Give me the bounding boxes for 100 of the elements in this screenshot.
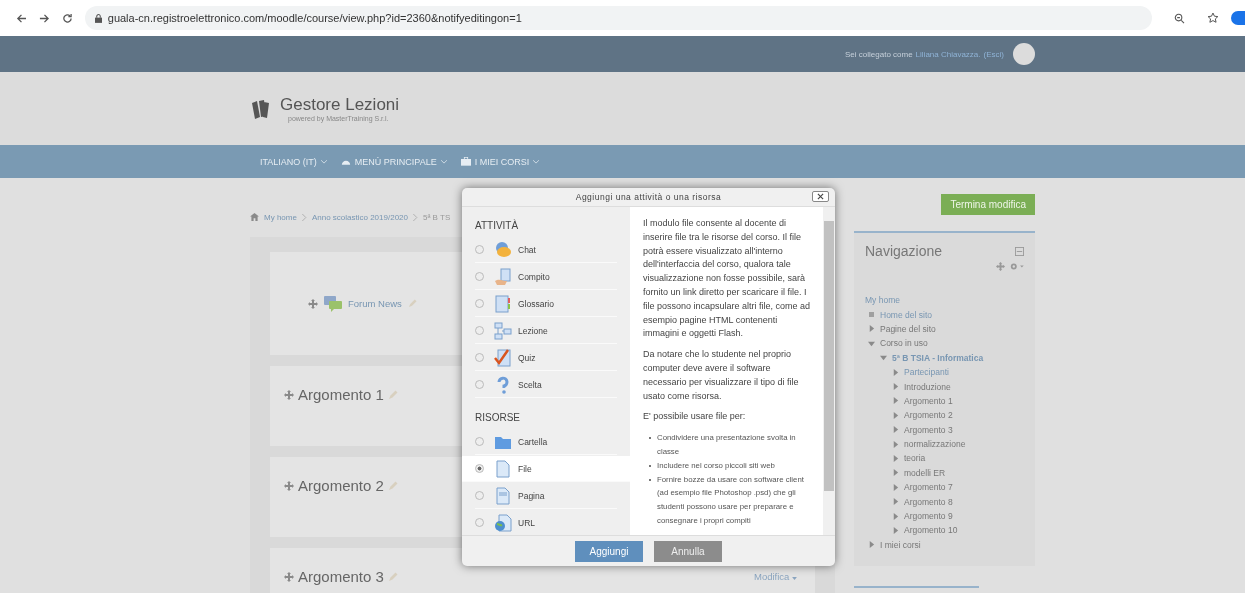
collapsed-arrow-icon[interactable] [892, 498, 899, 506]
hand-document-icon [494, 267, 512, 286]
caret-icon [792, 577, 797, 580]
collapsed-arrow-icon[interactable] [892, 397, 899, 405]
user-avatar[interactable] [1013, 43, 1035, 65]
home-icon [250, 213, 259, 221]
bullet-icon [869, 312, 874, 318]
move-icon[interactable] [996, 262, 1005, 271]
collapsed-arrow-icon[interactable] [868, 325, 875, 333]
nav-item[interactable]: teoria [904, 453, 926, 464]
collapsed-arrow-icon[interactable] [868, 541, 875, 549]
nav-item[interactable]: Partecipanti [904, 367, 949, 378]
nav-item[interactable]: Argomento 1 [904, 395, 953, 406]
logout-link[interactable]: (Esci) [983, 49, 1004, 59]
chat-bubble-icon [494, 240, 512, 259]
add-button[interactable]: Aggiungi [575, 540, 643, 562]
module-option[interactable]: URL [475, 510, 617, 536]
nav-item[interactable]: 5ª B TSIA - Informatica [892, 352, 984, 363]
module-option[interactable]: Pagina [475, 483, 617, 509]
nav-item[interactable]: Argomento 8 [904, 496, 953, 507]
radio-button[interactable] [475, 518, 484, 527]
finish-editing-button[interactable]: Termina modifica [941, 194, 1035, 215]
scrollbar[interactable] [823, 207, 835, 535]
nav-item[interactable]: Corso in uso [880, 338, 928, 349]
radio-button[interactable] [475, 326, 484, 335]
move-icon[interactable] [284, 389, 294, 400]
collapse-icon[interactable] [1015, 246, 1024, 256]
move-icon[interactable] [284, 571, 294, 582]
radio-button[interactable] [475, 272, 484, 281]
nav-item[interactable]: Argomento 9 [904, 511, 953, 522]
chevron-icon [301, 213, 307, 221]
edit-menu[interactable]: Modifica [754, 571, 797, 582]
nav-item[interactable]: Introduzione [904, 381, 951, 392]
nav-item[interactable]: I miei corsi [880, 539, 921, 550]
module-option[interactable]: Quiz [475, 345, 617, 371]
section-title: Argomento 2 [298, 477, 384, 494]
move-icon[interactable] [308, 298, 318, 309]
collapsed-arrow-icon[interactable] [892, 469, 899, 477]
document-icon [494, 459, 512, 478]
nav-item[interactable]: Argomento 10 [904, 525, 958, 536]
module-option[interactable]: Chat [475, 237, 617, 263]
user-link[interactable]: Liliana Chiavazza. [915, 49, 981, 59]
forum-link[interactable]: Forum News [348, 298, 402, 309]
group-heading: ATTIVITÀ [474, 218, 520, 233]
forum-icon [324, 295, 342, 312]
collapsed-arrow-icon[interactable] [892, 512, 899, 520]
nav-item[interactable]: normalizzazione [904, 439, 966, 450]
module-option[interactable]: File [462, 456, 630, 482]
collapsed-arrow-icon[interactable] [892, 526, 899, 534]
address-bar[interactable]: guala-cn.registroelettronico.com/moodle/course/view.php?id=2360&notifyeditingon=1 [84, 6, 1153, 30]
radio-button[interactable] [475, 380, 484, 389]
collapsed-arrow-icon[interactable] [892, 411, 899, 419]
move-icon[interactable] [284, 480, 294, 491]
cancel-button[interactable]: Annulla [654, 540, 722, 562]
nav-item[interactable]: Argomento 7 [904, 482, 953, 493]
login-info: Sei collegato come [845, 49, 913, 59]
expanded-arrow-icon[interactable] [868, 339, 875, 347]
nav-item[interactable]: Pagine del sito [880, 323, 936, 334]
nav-item[interactable]: Home del sito [880, 309, 932, 320]
zoom-icon[interactable] [1174, 12, 1186, 24]
menu-item[interactable]: ITALIANO (IT) [260, 156, 327, 167]
collapsed-arrow-icon[interactable] [892, 383, 899, 391]
menu-item[interactable]: MENÙ PRINCIPALE [340, 156, 447, 167]
section-title: Argomento 3 [298, 568, 384, 585]
close-button[interactable] [812, 191, 829, 202]
module-option[interactable]: Glossario [475, 291, 617, 317]
back-arrow-icon[interactable] [16, 12, 27, 24]
star-icon[interactable] [1207, 12, 1220, 24]
module-option[interactable]: Compito [475, 264, 617, 290]
radio-button[interactable] [475, 353, 484, 362]
group-heading: RISORSE [474, 411, 521, 425]
nav-item[interactable]: My home [865, 295, 900, 306]
forward-arrow-icon[interactable] [38, 12, 50, 24]
briefcase-icon [460, 157, 471, 166]
nav-item[interactable]: Argomento 2 [904, 410, 953, 421]
nav-item[interactable]: Argomento 3 [904, 424, 953, 435]
page-icon [494, 486, 512, 505]
radio-button[interactable] [475, 464, 484, 473]
module-option[interactable]: Lezione [475, 318, 617, 344]
collapsed-arrow-icon[interactable] [892, 483, 899, 491]
reload-icon[interactable] [61, 12, 73, 24]
collapsed-arrow-icon[interactable] [892, 440, 899, 448]
radio-button[interactable] [475, 491, 484, 500]
nav-item[interactable]: modelli ER [904, 467, 946, 478]
description-paragraph: E' possibile usare file per: [643, 410, 747, 424]
collapsed-arrow-icon[interactable] [892, 455, 899, 462]
gear-icon[interactable] [1009, 262, 1024, 271]
expanded-arrow-icon[interactable] [880, 354, 887, 362]
breadcrumb-link[interactable]: My home [264, 212, 297, 222]
breadcrumb-link[interactable]: Anno scolastico 2019/2020 [311, 212, 408, 222]
radio-button[interactable] [475, 299, 484, 308]
glossary-icon [494, 294, 512, 313]
collapsed-arrow-icon[interactable] [892, 426, 899, 434]
breadcrumb-link[interactable]: 5ª B TS [423, 212, 451, 222]
radio-button[interactable] [475, 437, 484, 446]
module-option[interactable]: Scelta [475, 372, 617, 398]
radio-button[interactable] [475, 245, 484, 254]
collapsed-arrow-icon[interactable] [892, 368, 899, 376]
module-option[interactable]: Cartella [475, 429, 617, 455]
profile-avatar-icon[interactable] [1231, 11, 1245, 25]
